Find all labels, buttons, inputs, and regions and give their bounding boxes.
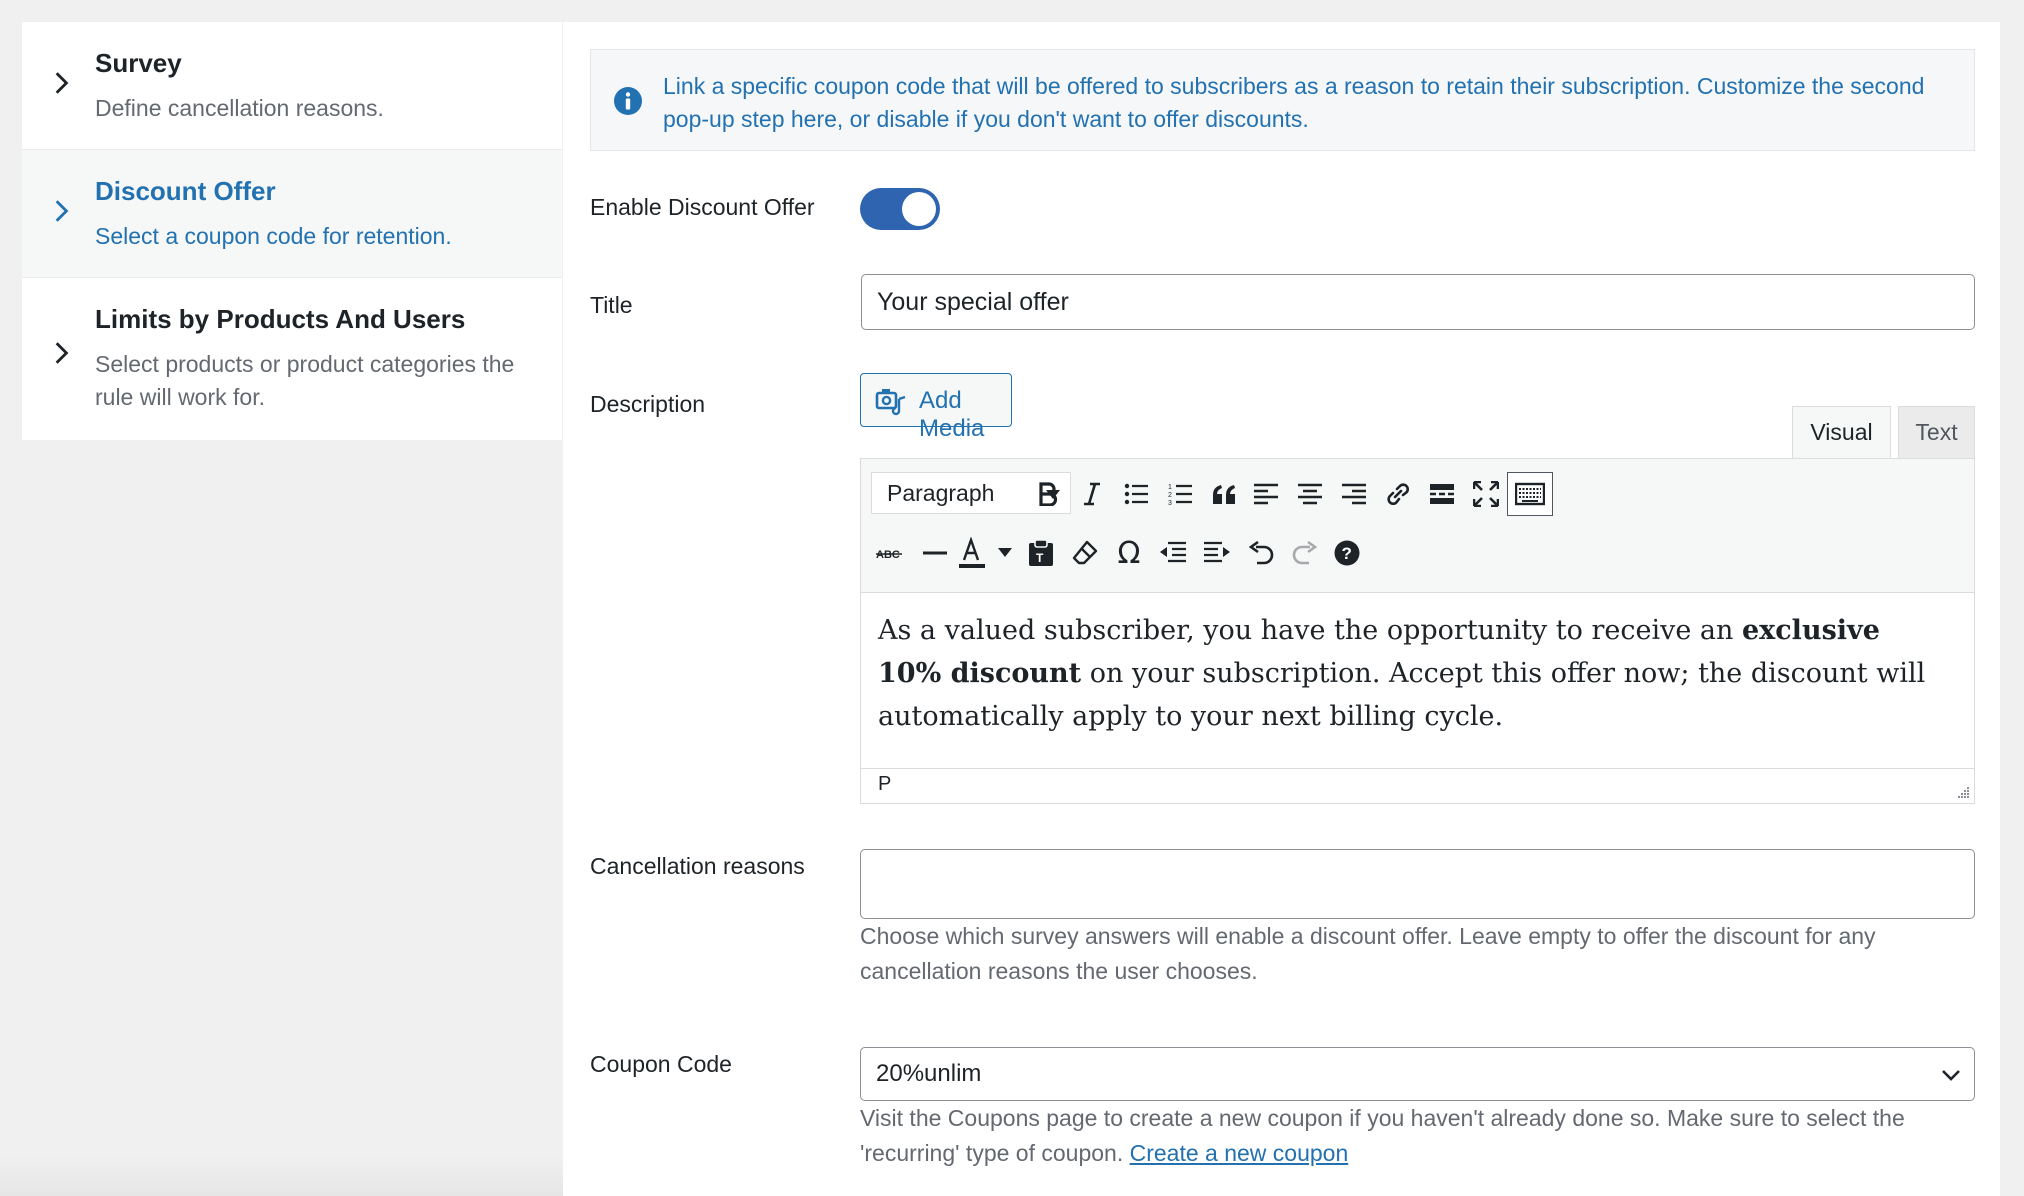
editor-content[interactable]: As a valued subscriber, you have the opp… [878,609,1948,738]
fullscreen-icon[interactable] [1466,474,1506,514]
align-left-icon[interactable] [1246,474,1286,514]
toggle-knob [902,192,936,226]
enable-discount-toggle[interactable] [860,188,940,230]
align-right-icon[interactable] [1334,474,1374,514]
svg-text:T: T [1036,551,1044,565]
element-path[interactable]: P [878,773,891,796]
title-input[interactable]: Your special offer [861,274,1975,330]
svg-text:ABC: ABC [876,549,900,561]
cancellation-help-text: Choose which survey answers will enable … [860,923,1876,984]
sidebar-item-limits[interactable]: Limits by Products And Users Select prod… [22,278,562,440]
align-center-icon[interactable] [1290,474,1330,514]
outdent-icon[interactable] [1153,533,1193,573]
notice-text: Link a specific coupon code that will be… [663,73,1925,132]
sidebar-item-desc: Define cancellation reasons. [95,95,384,121]
cancellation-reasons-label: Cancellation reasons [590,853,805,879]
text-color-dropdown-icon[interactable] [985,533,1025,573]
special-character-icon[interactable]: Ω [1109,533,1149,573]
blockquote-icon[interactable] [1204,474,1244,514]
resize-handle-icon[interactable] [1956,785,1970,799]
coupon-help-body: Visit the Coupons page to create a new c… [860,1105,1905,1166]
coupon-code-select[interactable]: 20%unlim [860,1047,1975,1101]
format-select-value: Paragraph [887,480,995,506]
add-media-icon [875,389,906,416]
editor-statusbar: P [861,768,1974,803]
bold-icon[interactable] [1028,474,1068,514]
editor-toolbar: Paragraph 123 ABC T Ω ? [861,459,1974,593]
rich-text-editor: Paragraph 123 ABC T Ω ? As a valued subs… [860,458,1975,804]
add-media-button[interactable]: Add Media [860,373,1012,442]
undo-icon[interactable] [1241,533,1281,573]
help-icon[interactable]: ? [1327,533,1367,573]
create-coupon-link[interactable]: Create a new coupon [1130,1140,1349,1166]
coupon-code-value: 20%unlim [876,1060,982,1087]
indent-icon[interactable] [1197,533,1237,573]
italic-icon[interactable] [1072,474,1112,514]
sidebar-item-discount-offer[interactable]: Discount Offer Select a coupon code for … [22,150,562,278]
read-more-icon[interactable] [1422,474,1462,514]
title-label: Title [590,292,633,318]
chevron-right-icon [55,72,69,94]
settings-sidebar: Survey Define cancellation reasons. Disc… [22,22,562,440]
cancellation-reasons-input[interactable] [860,849,1975,919]
settings-panel: Link a specific coupon code that will be… [563,22,2000,1196]
sidebar-item-title: Limits by Products And Users [95,304,466,334]
description-label: Description [590,391,706,417]
content-text: As a valued subscriber, you have the opp… [878,615,1742,646]
chevron-down-icon [1942,1070,1960,1081]
svg-text:?: ? [1342,544,1352,563]
coupon-help-text: Visit the Coupons page to create a new c… [860,1101,1980,1171]
svg-text:1: 1 [1168,484,1172,491]
numbered-list-icon[interactable]: 123 [1160,474,1200,514]
strikethrough-icon[interactable]: ABC [871,533,911,573]
horizontal-line-icon[interactable] [915,533,955,573]
chevron-right-icon [55,200,69,222]
paste-text-icon[interactable]: T [1021,533,1061,573]
add-media-label: Add Media [919,387,985,442]
redo-icon[interactable] [1285,533,1325,573]
sidebar-item-desc: Select a coupon code for retention. [95,223,452,249]
sidebar-item-title: Discount Offer [95,176,276,206]
sidebar-item-title: Survey [95,48,182,78]
chevron-right-icon [55,342,69,364]
svg-text:3: 3 [1168,500,1172,506]
link-icon[interactable] [1378,474,1418,514]
tab-text[interactable]: Text [1898,406,1975,458]
svg-text:2: 2 [1168,492,1172,499]
bullet-list-icon[interactable] [1116,474,1156,514]
toolbar-toggle-icon[interactable] [1507,472,1553,516]
coupon-code-label: Coupon Code [590,1051,732,1077]
info-notice: Link a specific coupon code that will be… [590,49,1975,151]
sidebar-item-desc: Select products or product categories th… [95,351,515,410]
sidebar-item-survey[interactable]: Survey Define cancellation reasons. [22,22,562,150]
tab-visual[interactable]: Visual [1792,406,1891,458]
page-fade [0,1156,563,1196]
enable-discount-label: Enable Discount Offer [590,194,815,220]
clear-formatting-icon[interactable] [1065,533,1105,573]
info-icon [614,87,642,115]
